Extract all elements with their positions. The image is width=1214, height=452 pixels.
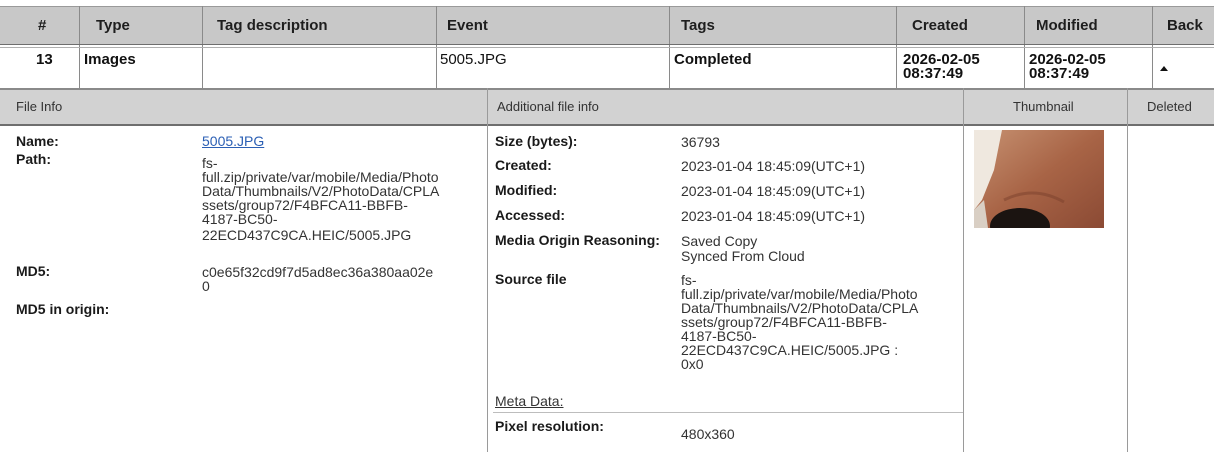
column-header-modified[interactable]: Modified [1036, 7, 1098, 45]
column-header-type[interactable]: Type [96, 7, 130, 45]
accessed-label: Accessed: [495, 207, 566, 223]
path-line: ssets/group72/F4BFCA11-BBFB- [202, 197, 408, 213]
thumbnail-image[interactable] [974, 130, 1104, 228]
row-created-time: 08:37:49 [903, 65, 964, 82]
md5-label: MD5: [16, 263, 51, 279]
column-header-back[interactable]: Back [1167, 7, 1203, 45]
path-label: Path: [16, 151, 51, 167]
deleted-heading: Deleted [1147, 99, 1192, 114]
table-header: # Type Tag description Event Tags Create… [0, 6, 1214, 45]
path-line: full.zip/private/var/mobile/Media/Photo [202, 169, 439, 185]
name-label: Name: [16, 133, 59, 149]
source-line: 0x0 [681, 356, 704, 372]
created-label: Created: [495, 157, 552, 173]
media-origin-value: Saved Copy [681, 233, 758, 249]
column-header-tag-description[interactable]: Tag description [217, 7, 328, 45]
modified-label: Modified: [495, 182, 558, 198]
media-origin-label: Media Origin Reasoning: [495, 232, 660, 248]
pixel-resolution-label: Pixel resolution: [495, 418, 604, 434]
row-tags: Completed [674, 51, 752, 68]
path-line: 4187-BC50- [202, 211, 278, 227]
source-line: 4187-BC50- [681, 328, 757, 344]
path-line: fs- [202, 155, 218, 171]
source-line: full.zip/private/var/mobile/Media/Photo [681, 286, 918, 302]
accessed-value: 2023-01-04 18:45:09(UTC+1) [681, 208, 866, 224]
source-file-label: Source file [495, 271, 567, 287]
detail-header: File Info Additional file info Thumbnail… [0, 88, 1214, 126]
column-header-event[interactable]: Event [447, 7, 488, 45]
md5-value: c0e65f32cd9f7d5ad8ec36a380aa02e [202, 264, 434, 280]
source-line: 22ECD437C9CA.HEIC/5005.JPG : [681, 342, 899, 358]
source-line: fs- [681, 272, 697, 288]
created-value: 2023-01-04 18:45:09(UTC+1) [681, 158, 866, 174]
size-label: Size (bytes): [495, 133, 578, 149]
modified-value: 2023-01-04 18:45:09(UTC+1) [681, 183, 866, 199]
file-info-heading: File Info [16, 99, 63, 114]
source-line: Data/Thumbnails/V2/PhotoData/CPLA [681, 300, 919, 316]
meta-data-heading: Meta Data: [495, 393, 564, 409]
thumbnail-heading: Thumbnail [1013, 99, 1074, 114]
path-line: 22ECD437C9CA.HEIC/5005.JPG [202, 227, 412, 243]
md5-value: 0 [202, 278, 210, 294]
column-header-number[interactable]: # [38, 7, 46, 45]
row-modified-time: 08:37:49 [1029, 65, 1090, 82]
source-line: ssets/group72/F4BFCA11-BBFB- [681, 314, 887, 330]
collapse-arrow-icon[interactable] [1160, 66, 1168, 71]
file-name-link[interactable]: 5005.JPG [202, 134, 264, 148]
table-row[interactable]: 13 Images 5005.JPG Completed 2026-02-05 … [0, 45, 1214, 88]
path-line: Data/Thumbnails/V2/PhotoData/CPLA [202, 183, 440, 199]
column-header-tags[interactable]: Tags [681, 7, 715, 45]
pixel-resolution-value: 480x360 [681, 426, 735, 442]
additional-info-heading: Additional file info [497, 99, 599, 114]
row-event: 5005.JPG [440, 51, 507, 68]
size-value: 36793 [681, 134, 720, 150]
row-type: Images [84, 51, 136, 68]
md5-origin-label: MD5 in origin: [16, 301, 110, 317]
row-number: 13 [36, 51, 53, 68]
media-origin-value: Synced From Cloud [681, 248, 805, 264]
column-header-created[interactable]: Created [912, 7, 968, 45]
